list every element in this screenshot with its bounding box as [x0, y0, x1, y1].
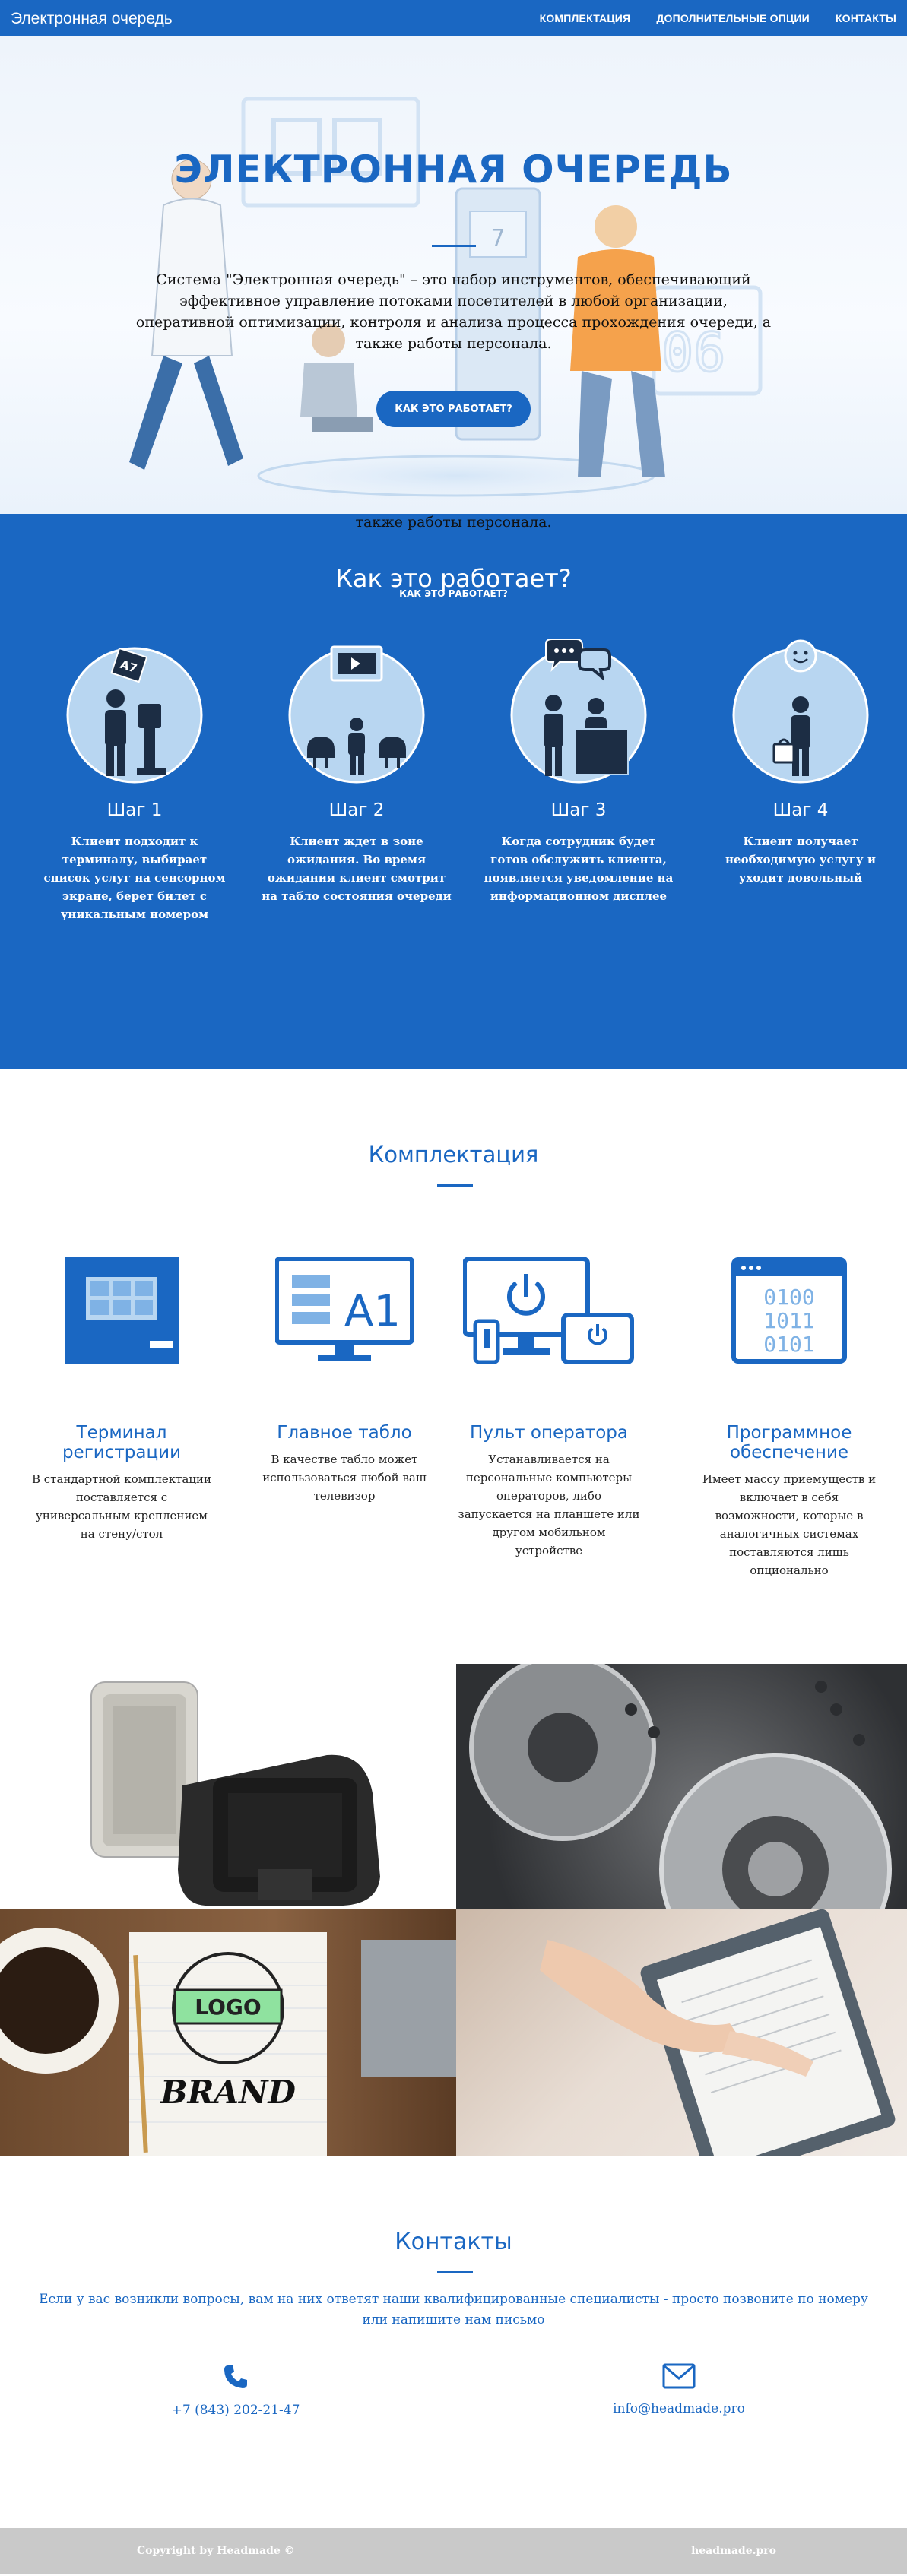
svg-text:BRAND: BRAND [160, 2074, 296, 2111]
footer: Copyright by Headmade © headmade.pro [0, 2528, 907, 2574]
step-3-text: Когда сотрудник будет готов обслужить кл… [484, 835, 674, 903]
svg-text:0100: 0100 [763, 1285, 814, 1310]
step-1-text: Клиент подходит к терминалу, выбирает сп… [43, 835, 226, 921]
phone-link[interactable]: +7 (843) 202-21-47 [84, 2403, 388, 2418]
email-contact: info@headmade.pro [527, 2363, 831, 2416]
footer-site-link[interactable]: headmade.pro [691, 2545, 776, 2557]
kit-item-software-name: Программное обеспечение [726, 1423, 852, 1462]
email-link[interactable]: info@headmade.pro [527, 2401, 831, 2416]
step-1: A7 Шаг 1 Клиент подходит к терминалу, вы… [28, 639, 241, 924]
kit-item-board-text: В качестве табло может использоваться лю… [262, 1453, 427, 1503]
terminal-person-icon: A7 [66, 647, 203, 784]
gallery-grid: LOGO BRAND [0, 1664, 907, 2156]
step-4-title: Шаг 4 [772, 800, 829, 820]
step-1-title: Шаг 1 [106, 800, 163, 820]
kit-item-terminal-text: В стандартной комплектации поставляется … [31, 1472, 212, 1541]
step-4: Шаг 4 Клиент получает необходимую услугу… [694, 639, 907, 887]
nav-link-kit[interactable]: КОМПЛЕКТАЦИЯ [540, 12, 631, 24]
kit-item-console: Пульт оператора Устанавливается на персо… [446, 1257, 652, 1560]
kit-item-console-name: Пульт оператора [470, 1423, 628, 1443]
contacts-section: Контакты Если у вас возникли вопросы, ва… [0, 2156, 907, 2528]
step-3: Шаг 3 Когда сотрудник будет готов обслуж… [472, 639, 685, 905]
kit-item-terminal: Терминал регистрации В стандартной компл… [19, 1257, 224, 1543]
hero-overflow-text: также работы персонала. [355, 514, 552, 531]
how-it-works-section: также работы персонала. Как это работает… [0, 514, 907, 1069]
footer-copyright: Copyright by Headmade © [137, 2545, 295, 2557]
svg-text:7: 7 [490, 225, 505, 252]
kit-item-board: A1 Главное табло В качестве табло может … [242, 1257, 447, 1505]
how-it-works-button[interactable]: КАК ЭТО РАБОТАЕТ? [376, 391, 531, 427]
nav-link-options[interactable]: ДОПОЛНИТЕЛЬНЫЕ ОПЦИИ [656, 12, 810, 24]
svg-text:1011: 1011 [763, 1308, 814, 1333]
nav-links: КОМПЛЕКТАЦИЯ ДОПОЛНИТЕЛЬНЫЕ ОПЦИИ КОНТАК… [540, 12, 896, 24]
envelope-icon [662, 2363, 696, 2389]
contacts-title: Контакты [395, 2229, 512, 2255]
nav-link-contacts[interactable]: КОНТАКТЫ [836, 12, 896, 24]
step-2: Шаг 2 Клиент ждет в зоне ожидания. Во вр… [250, 639, 463, 905]
brand-link[interactable]: Электронная очередь [11, 10, 173, 28]
speakers-image [0, 1664, 456, 1909]
step-2-text: Клиент ждет в зоне ожидания. Во время ож… [262, 835, 452, 903]
step-2-title: Шаг 2 [328, 800, 385, 820]
gears-image [456, 1664, 907, 1909]
top-navbar: Электронная очередь КОМПЛЕКТАЦИЯ ДОПОЛНИ… [0, 0, 907, 36]
kit-item-board-name: Главное табло [277, 1423, 412, 1443]
happy-client-icon [732, 639, 869, 784]
software-icon: 0100 1011 0101 [731, 1257, 847, 1364]
step-4-text: Клиент получает необходимую услугу и ухо… [725, 835, 876, 885]
how-subtitle: КАК ЭТО РАБОТАЕТ? [399, 588, 508, 599]
contacts-divider [437, 2271, 473, 2273]
kit-item-console-text: Устанавливается на персональные компьюте… [458, 1453, 640, 1557]
service-desk-icon [510, 639, 647, 784]
terminal-icon [65, 1257, 179, 1364]
kit-title: Комплектация [368, 1142, 539, 1168]
document-signing-image [456, 1909, 907, 2156]
waiting-area-icon [288, 645, 425, 784]
kit-divider [437, 1184, 473, 1187]
svg-text:0101: 0101 [763, 1332, 814, 1357]
contacts-text: Если у вас возникли вопросы, вам на них … [39, 2292, 868, 2327]
svg-text:A1: A1 [344, 1287, 401, 1336]
kit-item-software: 0100 1011 0101 Программное обеспечение И… [687, 1257, 892, 1580]
operator-console-icon [463, 1257, 634, 1364]
kit-item-terminal-name: Терминал регистрации [62, 1423, 182, 1462]
display-board-icon: A1 [275, 1257, 414, 1361]
phone-icon [224, 2365, 247, 2388]
hero-title: ЭЛЕКТРОННАЯ ОЧЕРЕДЬ [174, 147, 733, 192]
logo-brand-image: LOGO BRAND [0, 1909, 456, 2156]
hero-description: Система "Электронная очередь" – это набо… [135, 271, 772, 352]
kit-section: Комплектация Терминал регистрации В стан… [0, 1069, 907, 1664]
hero-section: 06 7 ЭЛЕКТРОННАЯ ОЧЕРЕДЬ Система "Электр… [0, 36, 907, 514]
kit-item-software-text: Имеет массу приемуществ и включает в себ… [702, 1472, 877, 1577]
svg-text:LOGO: LOGO [195, 1995, 261, 2020]
phone-contact: +7 (843) 202-21-47 [84, 2363, 388, 2418]
step-3-title: Шаг 3 [550, 800, 607, 820]
hero-divider [432, 245, 476, 247]
